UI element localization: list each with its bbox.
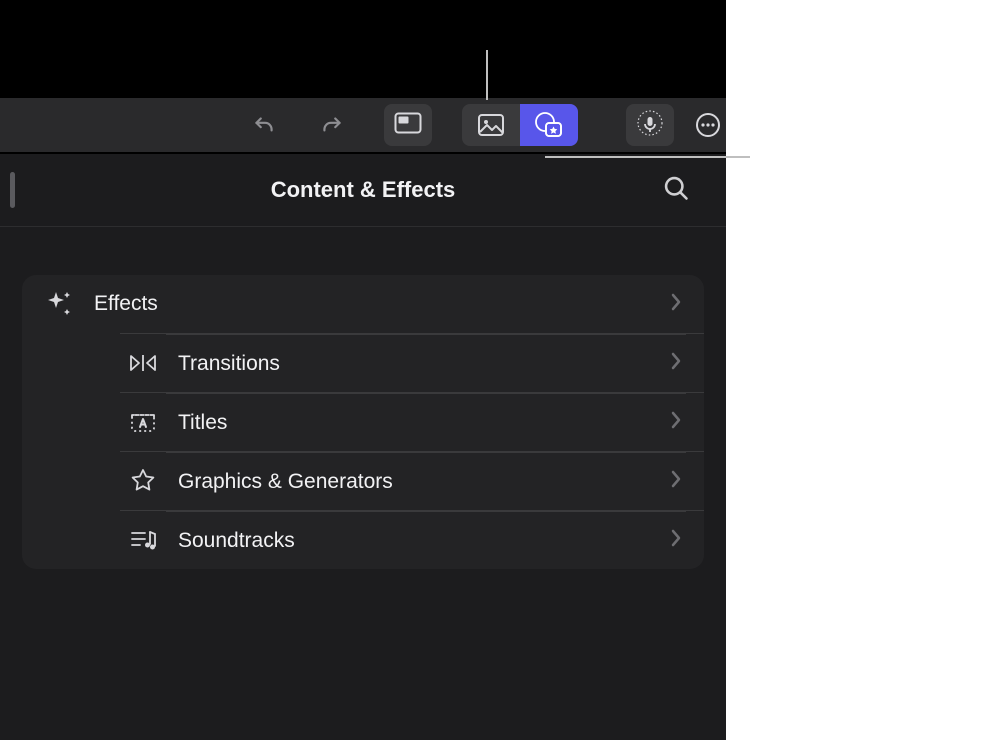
redo-icon <box>319 112 345 138</box>
search-icon <box>662 174 690 207</box>
photo-icon <box>477 113 505 137</box>
content-effects-icon <box>534 111 564 139</box>
list-item-label: Effects <box>82 292 670 316</box>
list-item-label: Transitions <box>166 352 670 376</box>
list-item-graphics-generators[interactable]: Graphics & Generators <box>120 451 704 510</box>
page-background-right <box>726 0 1008 740</box>
list-item-soundtracks[interactable]: Soundtracks <box>120 510 704 569</box>
chevron-right-icon <box>670 293 686 316</box>
list-item-label: Graphics & Generators <box>166 470 670 494</box>
list-item-transitions[interactable]: Transitions <box>120 333 704 392</box>
content-effects-browser-button[interactable] <box>520 104 578 146</box>
voiceover-button[interactable] <box>626 104 674 146</box>
voiceover-icon <box>636 109 664 142</box>
titles-icon <box>120 409 166 435</box>
chevron-right-icon <box>670 470 686 493</box>
sparkles-icon <box>36 289 82 319</box>
list-item-effects[interactable]: Effects <box>22 275 704 333</box>
soundtracks-icon <box>120 527 166 553</box>
panel-header: Content & Effects <box>0 154 726 227</box>
content-effects-panel: Content & Effects <box>0 152 726 740</box>
undo-icon <box>251 112 277 138</box>
panel-title: Content & Effects <box>271 177 456 203</box>
categories-list: Effects Transitions <box>22 275 704 569</box>
toolbar <box>0 98 726 152</box>
callout-line-horizontal-right <box>545 156 750 158</box>
callout-line-vertical-top <box>486 50 488 100</box>
panel-drag-handle[interactable] <box>10 172 15 208</box>
list-item-label: Titles <box>166 411 670 435</box>
list-item-titles[interactable]: Titles <box>120 392 704 451</box>
redo-button[interactable] <box>316 109 348 141</box>
more-button[interactable] <box>692 109 724 141</box>
window-top-black-band <box>0 0 726 98</box>
transitions-icon <box>120 351 166 375</box>
list-item-label: Soundtracks <box>166 529 670 553</box>
chevron-right-icon <box>670 352 686 375</box>
browser-segment <box>462 104 578 146</box>
star-icon <box>120 467 166 495</box>
ellipsis-circle-icon <box>694 111 722 139</box>
chevron-right-icon <box>670 529 686 552</box>
media-browser-button[interactable] <box>462 104 520 146</box>
undo-button[interactable] <box>248 109 280 141</box>
layout-button[interactable] <box>384 104 432 146</box>
layout-icon <box>394 112 422 139</box>
search-button[interactable] <box>660 174 692 206</box>
chevron-right-icon <box>670 411 686 434</box>
